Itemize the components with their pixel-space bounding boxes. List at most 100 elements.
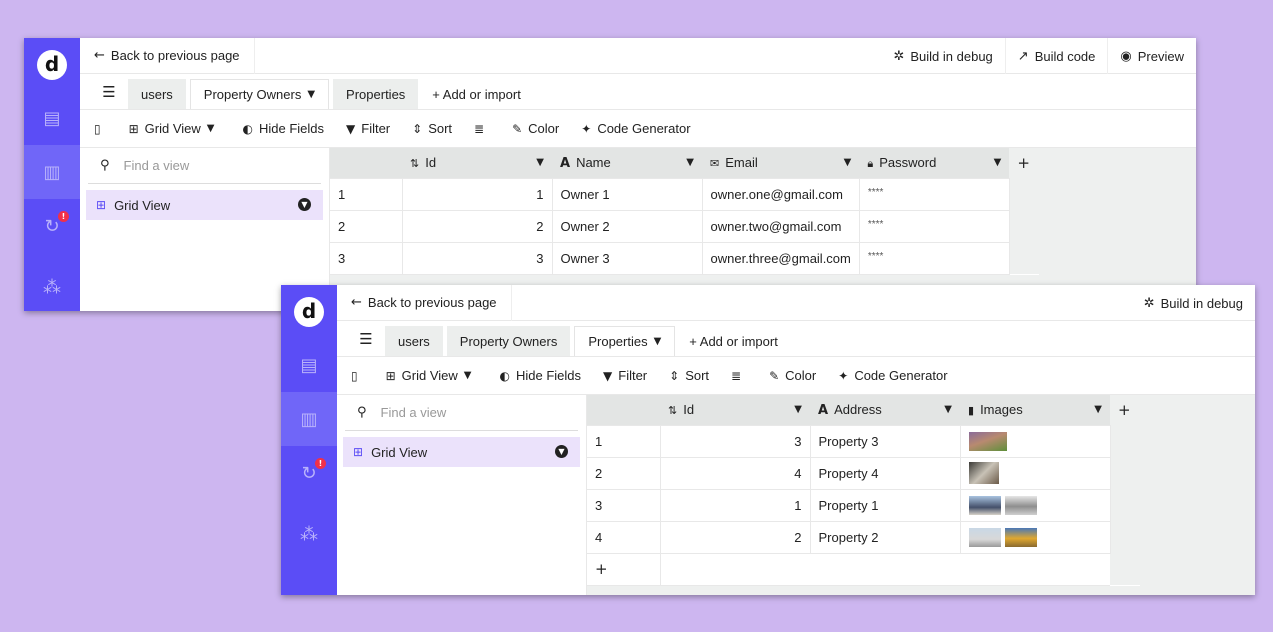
chevron-down-icon[interactable]: ▼	[794, 404, 802, 415]
chevron-down-icon[interactable]: ▼	[555, 445, 568, 458]
menu-icon[interactable]: ☰	[92, 75, 126, 109]
cell-address[interactable]: Property 4	[809, 456, 961, 490]
chevron-down-icon[interactable]: ▼	[1094, 404, 1102, 415]
cell-address[interactable]: Property 1	[809, 488, 961, 522]
cell-id[interactable]: 3	[659, 424, 811, 458]
cell-id[interactable]: 2	[659, 520, 811, 554]
cell-email[interactable]: owner.one@gmail.com	[701, 177, 860, 211]
back-button[interactable]: ← Back to previous page	[337, 285, 512, 321]
build-code-button[interactable]: ↗ Build code	[1004, 38, 1108, 74]
view-search-input[interactable]: ⚲ Find a view	[88, 148, 321, 184]
chevron-down-icon[interactable]: ▼	[844, 157, 852, 168]
hierarchy-icon[interactable]: ⁂	[24, 260, 80, 311]
hierarchy-icon[interactable]: ⁂	[281, 507, 337, 561]
code-generator-button[interactable]: ✦ Code Generator	[838, 368, 947, 383]
row-height-button[interactable]: ≣	[731, 369, 747, 383]
property-image-thumbnail[interactable]	[1004, 527, 1037, 547]
table-row[interactable]: 2 2 Owner 2 owner.two@gmail.com ****	[330, 209, 1040, 243]
table-row[interactable]: 1 3 Property 3	[587, 424, 1140, 458]
chevron-down-icon[interactable]: ▼	[994, 157, 1002, 168]
chevron-down-icon[interactable]: ▼	[686, 157, 694, 168]
cell-address[interactable]: Property 2	[809, 520, 961, 554]
table-icon[interactable]: ▥	[281, 392, 337, 446]
grid-view-dropdown[interactable]: ⊞ Grid View ▼	[386, 368, 478, 383]
cell-id[interactable]: 2	[401, 209, 553, 243]
code-generator-button[interactable]: ✦ Code Generator	[581, 121, 690, 136]
cell-password[interactable]: ****	[858, 209, 1010, 243]
layout-icon[interactable]: ▤	[281, 338, 337, 392]
deploy-icon[interactable]: ↻!	[281, 446, 337, 500]
property-image-thumbnail[interactable]	[968, 495, 1001, 515]
cell-name[interactable]: Owner 1	[551, 177, 703, 211]
cell-images[interactable]	[959, 520, 1111, 554]
cell-id[interactable]: 1	[659, 488, 811, 522]
view-item-grid-view[interactable]: ⊞ Grid View ▼	[343, 437, 580, 467]
cell-id[interactable]: 3	[401, 241, 553, 275]
cell-name[interactable]: Owner 3	[551, 241, 703, 275]
cell-email[interactable]: owner.two@gmail.com	[701, 209, 860, 243]
chevron-down-icon[interactable]: ▼	[654, 336, 662, 347]
add-or-import-button[interactable]: + Add or import	[679, 326, 788, 356]
tab-properties[interactable]: Properties ▼	[574, 326, 676, 356]
column-header-address[interactable]: A Address ▼	[810, 395, 960, 425]
color-button[interactable]: ✎ Color	[769, 368, 816, 383]
cell-id[interactable]: 1	[401, 177, 553, 211]
column-header-id[interactable]: ⇅ Id ▼	[402, 148, 552, 178]
cell-password[interactable]: ****	[858, 177, 1010, 211]
hide-fields-button[interactable]: ◐ Hide Fields	[500, 368, 582, 383]
tab-users[interactable]: users	[128, 79, 186, 109]
deploy-icon[interactable]: ↻!	[24, 199, 80, 253]
back-button[interactable]: ← Back to previous page	[80, 38, 255, 74]
build-in-debug-button[interactable]: ✲ Build in debug	[881, 38, 1004, 74]
filter-button[interactable]: ▼ Filter	[346, 121, 390, 136]
property-image-thumbnail[interactable]	[968, 527, 1001, 547]
add-row[interactable]: +	[587, 552, 1140, 586]
column-header-email[interactable]: ✉ Email ▼	[702, 148, 860, 178]
table-icon[interactable]: ▥	[24, 145, 80, 199]
tab-users[interactable]: users	[385, 326, 443, 356]
add-row-button[interactable]: +	[587, 552, 661, 586]
property-image-thumbnail[interactable]	[968, 462, 999, 484]
add-column-button[interactable]: +	[1110, 395, 1140, 425]
filter-button[interactable]: ▼ Filter	[603, 368, 647, 383]
view-item-grid-view[interactable]: ⊞ Grid View ▼	[86, 190, 323, 220]
property-image-thumbnail[interactable]	[968, 431, 1007, 451]
app-logo[interactable]: d	[37, 50, 67, 80]
hide-fields-button[interactable]: ◐ Hide Fields	[243, 121, 325, 136]
cell-name[interactable]: Owner 2	[551, 209, 703, 243]
app-logo[interactable]: d	[294, 297, 324, 327]
chevron-down-icon[interactable]: ▼	[536, 157, 544, 168]
cell-password[interactable]: ****	[858, 241, 1010, 275]
sort-button[interactable]: ⇕ Sort	[669, 368, 709, 383]
freeze-button[interactable]: ▯	[94, 122, 107, 136]
column-header-id[interactable]: ⇅ Id ▼	[660, 395, 810, 425]
menu-icon[interactable]: ☰	[349, 322, 383, 356]
view-search-input[interactable]: ⚲ Find a view	[345, 395, 578, 431]
tab-property-owners[interactable]: Property Owners ▼	[189, 79, 330, 109]
add-or-import-button[interactable]: + Add or import	[422, 79, 531, 109]
preview-button[interactable]: ◉ Preview	[1107, 38, 1196, 74]
table-row[interactable]: 1 1 Owner 1 owner.one@gmail.com ****	[330, 177, 1040, 211]
chevron-down-icon[interactable]: ▼	[298, 198, 311, 211]
cell-images[interactable]	[959, 488, 1111, 522]
color-button[interactable]: ✎ Color	[512, 121, 559, 136]
table-row[interactable]: 4 2 Property 2	[587, 520, 1140, 554]
cell-address[interactable]: Property 3	[809, 424, 961, 458]
cell-images[interactable]	[959, 456, 1111, 490]
add-column-button[interactable]: +	[1009, 148, 1040, 178]
column-header-name[interactable]: A Name ▼	[552, 148, 702, 178]
column-header-images[interactable]: ▮ Images ▼	[960, 395, 1110, 425]
row-height-button[interactable]: ≣	[474, 122, 490, 136]
layout-icon[interactable]: ▤	[24, 91, 80, 145]
column-header-password[interactable]: 🔒︎ Password ▼	[859, 148, 1010, 178]
freeze-button[interactable]: ▯	[351, 369, 364, 383]
build-in-debug-button[interactable]: ✲ Build in debug	[1132, 285, 1255, 321]
property-image-thumbnail[interactable]	[1004, 495, 1037, 515]
table-row[interactable]: 3 1 Property 1	[587, 488, 1140, 522]
table-row[interactable]: 2 4 Property 4	[587, 456, 1140, 490]
cell-email[interactable]: owner.three@gmail.com	[701, 241, 860, 275]
grid-view-dropdown[interactable]: ⊞ Grid View ▼	[129, 121, 221, 136]
sort-button[interactable]: ⇕ Sort	[412, 121, 452, 136]
cell-id[interactable]: 4	[659, 456, 811, 490]
cell-images[interactable]	[959, 424, 1111, 458]
